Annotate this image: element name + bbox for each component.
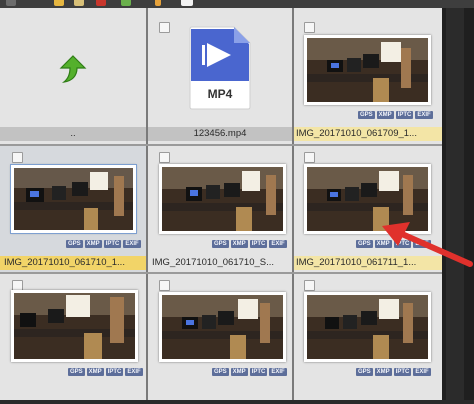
status-bar (0, 400, 474, 404)
annotation-arrow-icon (382, 222, 473, 267)
iptc-badge: IPTC (395, 111, 414, 119)
xmp-badge: XMP (230, 368, 248, 376)
grid-cell-parent-folder[interactable]: .. (0, 8, 146, 144)
upload-icon[interactable] (155, 0, 161, 6)
select-checkbox[interactable] (304, 152, 315, 163)
metadata-badges: GPSXMPIPTCEXIF (68, 368, 143, 376)
select-checkbox[interactable] (159, 22, 170, 33)
folder-icon[interactable] (54, 0, 64, 6)
select-checkbox[interactable] (12, 152, 23, 163)
iptc-badge: IPTC (249, 368, 268, 376)
select-checkbox[interactable] (159, 152, 170, 163)
xmp-badge: XMP (374, 368, 392, 376)
gps-badge: GPS (66, 240, 83, 248)
image-thumbnail (10, 164, 137, 234)
image-thumbnail (304, 292, 431, 362)
up-arrow-icon (59, 55, 87, 83)
exif-badge: EXIF (269, 368, 287, 376)
xmp-badge: XMP (84, 240, 102, 248)
iptc-badge: IPTC (249, 240, 268, 248)
svg-text:MP4: MP4 (208, 87, 233, 101)
iptc-badge: IPTC (105, 368, 124, 376)
iptc-badge: IPTC (393, 368, 412, 376)
exif-badge: EXIF (415, 111, 433, 119)
grid-cell-image-selected[interactable]: GPS XMP IPTC EXIF IMG_20171010_061710_1... (0, 146, 146, 272)
file-label: IMG_20171010_061709_1... (294, 127, 442, 141)
iptc-badge: IPTC (103, 240, 122, 248)
metadata-badges: GPSXMPIPTCEXIF (212, 240, 287, 248)
image-thumbnail (304, 35, 431, 105)
grid-cell-image[interactable]: GPS XMP IPTC EXIF IMG_20171010_061709_1... (294, 8, 442, 144)
gps-badge: GPS (356, 368, 373, 376)
gps-badge: GPS (356, 240, 373, 248)
scrollbar[interactable] (442, 8, 474, 400)
gps-badge: GPS (212, 368, 229, 376)
metadata-badges: GPSXMPIPTCEXIF (356, 368, 431, 376)
file-label: IMG_20171010_061710_S... (152, 257, 275, 268)
more-icon[interactable] (181, 0, 193, 6)
image-thumbnail (159, 164, 286, 234)
file-label: .. (0, 127, 146, 141)
toolbar (0, 0, 474, 8)
select-checkbox[interactable] (304, 280, 315, 291)
select-checkbox[interactable] (159, 280, 170, 291)
back-icon[interactable] (6, 0, 16, 6)
exif-badge: EXIF (413, 368, 431, 376)
move-icon[interactable] (121, 0, 131, 6)
grid-cell-image[interactable]: GPS XMP IPTC EXIF IMG_20171010_061710_S... (148, 146, 292, 272)
exif-badge: EXIF (269, 240, 287, 248)
metadata-badges: GPSXMPIPTCEXIF (212, 368, 287, 376)
grid-cell-image[interactable]: GPS XMP IPTC EXIF (0, 274, 146, 400)
grid-cell-image[interactable]: GPS XMP IPTC EXIF (294, 274, 442, 400)
image-thumbnail (11, 290, 138, 362)
select-checkbox[interactable] (304, 22, 315, 33)
exif-badge: EXIF (125, 368, 143, 376)
xmp-badge: XMP (86, 368, 104, 376)
delete-icon[interactable] (96, 0, 106, 6)
mp4-file-icon: MP4 (189, 26, 251, 110)
file-label: 123456.mp4 (148, 127, 292, 141)
metadata-badges: GPSXMPIPTCEXIF (358, 111, 433, 119)
xmp-badge: XMP (376, 111, 394, 119)
file-label: IMG_20171010_061710_1... (0, 256, 146, 270)
exif-badge: EXIF (123, 240, 141, 248)
grid-cell-mp4[interactable]: MP4 123456.mp4 (148, 8, 292, 144)
metadata-badges: GPSXMPIPTCEXIF (66, 240, 141, 248)
gps-badge: GPS (212, 240, 229, 248)
gear-icon[interactable] (74, 0, 84, 6)
xmp-badge: XMP (230, 240, 248, 248)
gps-badge: GPS (68, 368, 85, 376)
grid-cell-image[interactable]: GPS XMP IPTC EXIF (148, 274, 292, 400)
gps-badge: GPS (358, 111, 375, 119)
image-thumbnail (159, 292, 286, 362)
